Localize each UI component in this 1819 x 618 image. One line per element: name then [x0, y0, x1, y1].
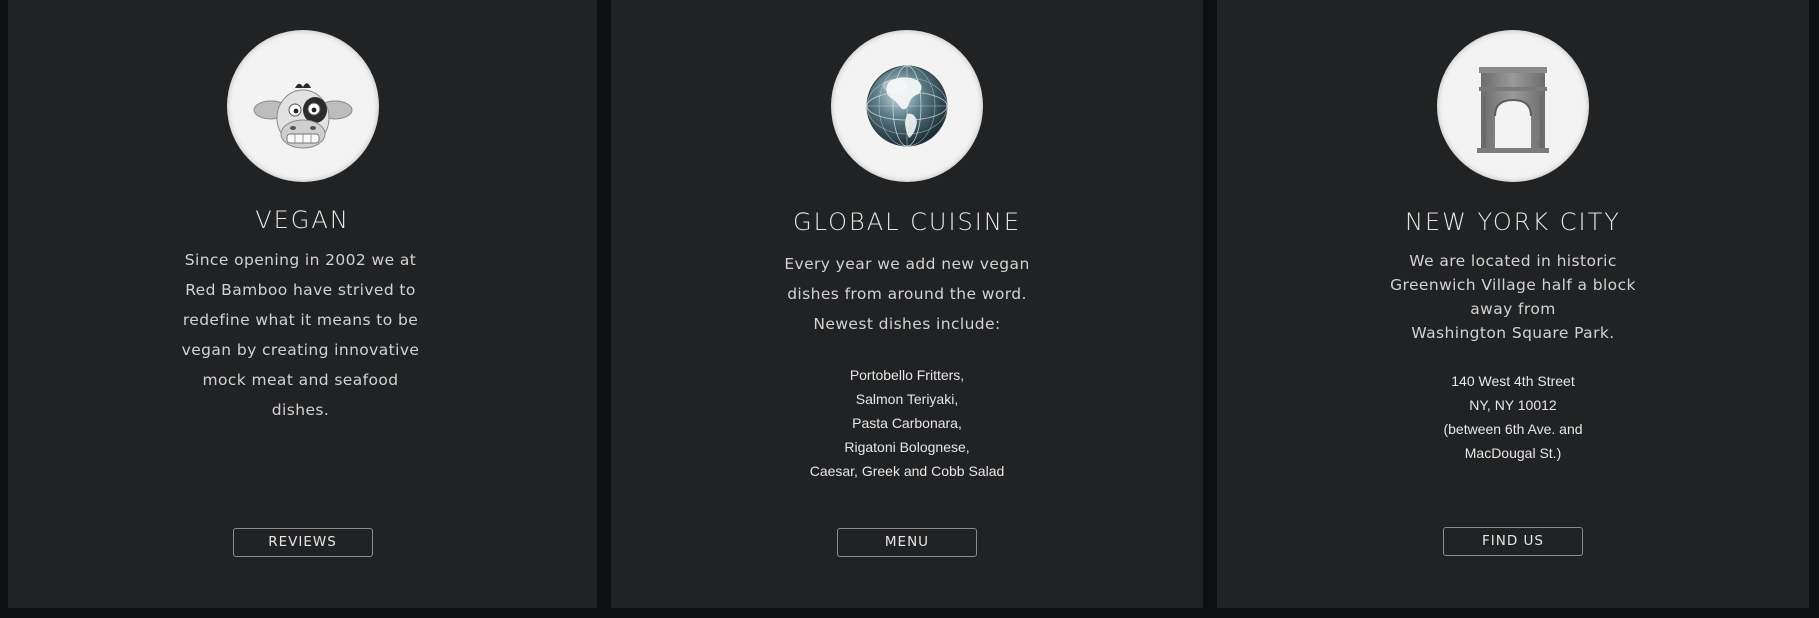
arch-icon [1477, 67, 1549, 153]
card-vegan: VEGAN Since opening in 2002 we at Red Ba… [8, 0, 597, 608]
description-line: away from [1470, 300, 1556, 318]
page: VEGAN Since opening in 2002 we at Red Ba… [0, 0, 1819, 618]
card-description: We are located in historic Greenwich Vil… [1378, 249, 1648, 345]
address-line: 140 West 4th Street [1451, 373, 1575, 389]
card-title: NEW YORK CITY [1405, 208, 1621, 236]
description-line: Greenwich Village half a block [1390, 276, 1636, 294]
address-line: (between 6th Ave. and [1443, 421, 1583, 437]
description-line: dishes. [271, 401, 330, 419]
description-line: vegan by creating innovative [181, 341, 420, 359]
cow-icon [253, 83, 352, 149]
description-line: Red Bamboo have strived to [185, 281, 416, 299]
description-line: Since opening in 2002 we at [184, 251, 417, 269]
card-description: Since opening in 2002 we at Red Bamboo h… [171, 245, 431, 425]
reviews-button[interactable]: REVIEWS [232, 528, 373, 557]
new-dishes-list: Portobello Fritters, Salmon Teriyaki, Pa… [611, 363, 1203, 483]
dish-item: Portobello Fritters, [849, 367, 965, 383]
card-title: GLOBAL CUISINE [793, 208, 1021, 236]
dish-item: Rigatoni Bolognese, [844, 439, 970, 455]
icon-circle [1437, 30, 1589, 182]
description-line: Newest dishes include: [813, 315, 1001, 333]
card-global-cuisine: GLOBAL CUISINE Every year we add new veg… [611, 0, 1203, 608]
menu-button[interactable]: MENU [837, 528, 977, 557]
dish-item: Salmon Teriyaki, [855, 391, 959, 407]
globe-icon [866, 65, 948, 147]
description-line: redefine what it means to be [182, 311, 419, 329]
description-line: dishes from around the word. [787, 285, 1027, 303]
address-block: 140 West 4th Street NY, NY 10012 (betwee… [1217, 369, 1809, 465]
card-description: Every year we add new vegan dishes from … [775, 249, 1039, 339]
dish-item: Pasta Carbonara, [852, 415, 962, 431]
icon-circle [831, 30, 983, 182]
description-line: Washington Square Park. [1411, 324, 1615, 342]
card-title: VEGAN [255, 206, 350, 234]
description-line: Every year we add new vegan [784, 255, 1030, 273]
icon-circle [226, 30, 379, 182]
description-line: We are located in historic [1409, 252, 1617, 270]
card-new-york-city: NEW YORK CITY We are located in historic… [1217, 0, 1809, 608]
description-line: mock meat and seafood [202, 371, 399, 389]
address-line: MacDougal St.) [1464, 445, 1562, 461]
find-us-button[interactable]: FIND US [1443, 527, 1583, 556]
dish-item: Caesar, Greek and Cobb Salad [809, 463, 1005, 479]
address-line: NY, NY 10012 [1469, 397, 1557, 413]
